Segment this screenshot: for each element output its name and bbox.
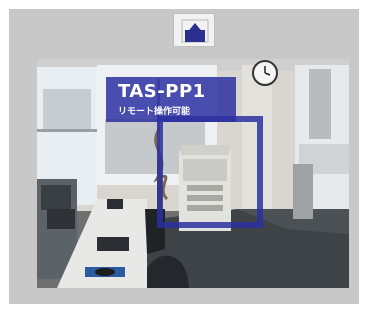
camera-view[interactable]: TAS-PP1 リモート操作可能 bbox=[37, 59, 349, 288]
up-arrow-icon bbox=[181, 19, 209, 43]
device-highlight-frame[interactable] bbox=[157, 116, 263, 228]
device-name: TAS-PP1 bbox=[118, 81, 206, 102]
navigate-up-button[interactable] bbox=[173, 13, 215, 47]
